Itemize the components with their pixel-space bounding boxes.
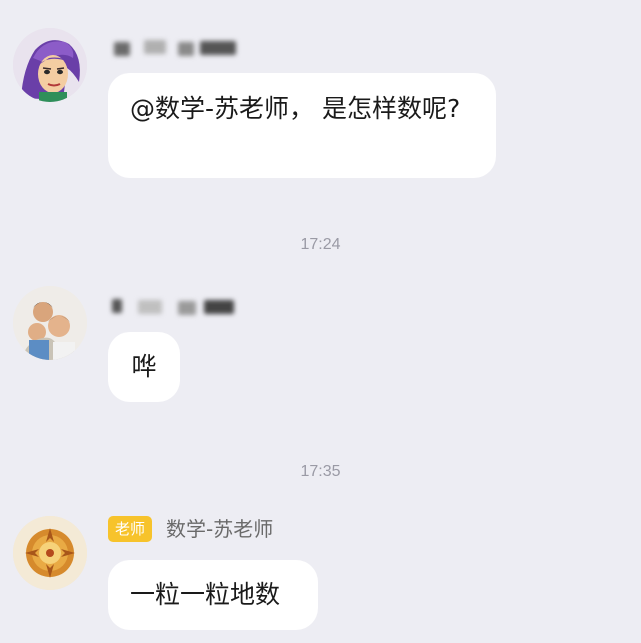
message-text: 一粒一粒地数 <box>130 580 281 609</box>
teacher-badge: 老师 <box>108 516 153 542</box>
message-bubble[interactable]: 哗 <box>108 332 180 402</box>
avatar-golden-emblem[interactable] <box>13 516 87 590</box>
timestamp: 17:35 <box>300 463 341 480</box>
message-bubble[interactable]: @数学-苏老师， 是怎样数呢? <box>108 73 496 178</box>
sender-name-blurred <box>108 296 248 316</box>
message-3: 老师 数学-苏老师 一粒一粒地数 <box>0 516 641 643</box>
timestamp: 17:24 <box>300 236 341 253</box>
cartoon-avatar-icon <box>13 28 87 102</box>
message-text: 哗 <box>131 352 157 381</box>
golden-emblem-icon <box>13 516 87 590</box>
message-text: @数学-苏老师， 是怎样数呢? <box>130 94 461 123</box>
avatar-cartoon[interactable] <box>13 28 87 102</box>
photo-avatar-icon <box>13 286 87 360</box>
message-bubble[interactable]: 一粒一粒地数 <box>108 560 318 630</box>
sender-name-blurred <box>108 38 248 58</box>
sender-name: 数学-苏老师 <box>166 517 274 541</box>
avatar-children-photo[interactable] <box>13 286 87 360</box>
